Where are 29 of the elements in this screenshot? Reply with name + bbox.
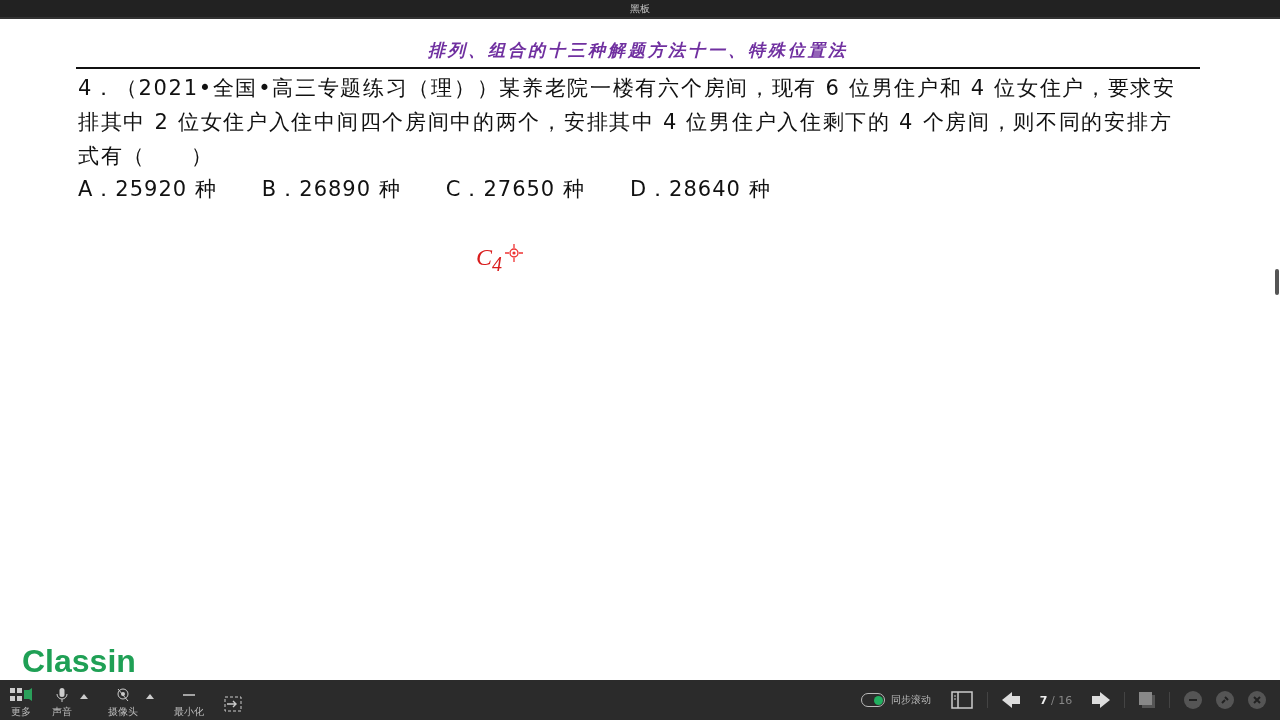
question-text: 4．（2021•全国•高三专题练习（理））某养老院一楼有六个房间，现有 6 位男住户和 4 位女住户，要求安排其中 2 位女住户入住中间四个房间中的两个，安排其中 4 位男住户入住剩下的 4 个房间，则不同的安排方式有（ ）	[78, 75, 1176, 170]
more-button[interactable]: 更多	[10, 687, 32, 719]
answer-option: C．27650 种	[445, 173, 585, 205]
handwritten-note: C$_{4}$	[476, 243, 502, 277]
previous-page-icon[interactable]	[1002, 692, 1022, 708]
logo: Classin	[22, 644, 136, 678]
caret-icon[interactable]	[80, 693, 88, 699]
scrollbar-thumb[interactable]	[1275, 269, 1279, 295]
sync-label: 同步滚动	[891, 693, 931, 707]
minimize-icon	[183, 693, 195, 696]
caret-icon[interactable]	[146, 693, 154, 699]
exit-icon[interactable]	[224, 696, 242, 712]
current-page: 7	[1039, 693, 1048, 707]
microphone-icon	[56, 687, 68, 702]
window-title: 黑板	[630, 1, 650, 16]
page-total: / 16	[1050, 693, 1073, 707]
camera-off-icon	[116, 687, 130, 702]
next-page-icon[interactable]	[1090, 692, 1110, 708]
answer-option: D．28640 种	[629, 173, 771, 205]
minimize-button[interactable]: 最小化	[174, 687, 204, 719]
grid-icon	[10, 687, 32, 702]
camera-button[interactable]: 摄像头	[108, 687, 138, 719]
laser-pointer-icon	[504, 243, 524, 263]
answer-option: B．26890 种	[261, 173, 401, 205]
slide-heading: 排列、组合的十三种解题方法十一、特殊位置法	[427, 39, 849, 61]
sidebar-icon[interactable]	[951, 691, 973, 709]
answer-option: A．25920 种	[78, 173, 217, 205]
mic-button[interactable]: 声音	[52, 687, 72, 719]
copy-icon[interactable]	[1139, 692, 1155, 708]
